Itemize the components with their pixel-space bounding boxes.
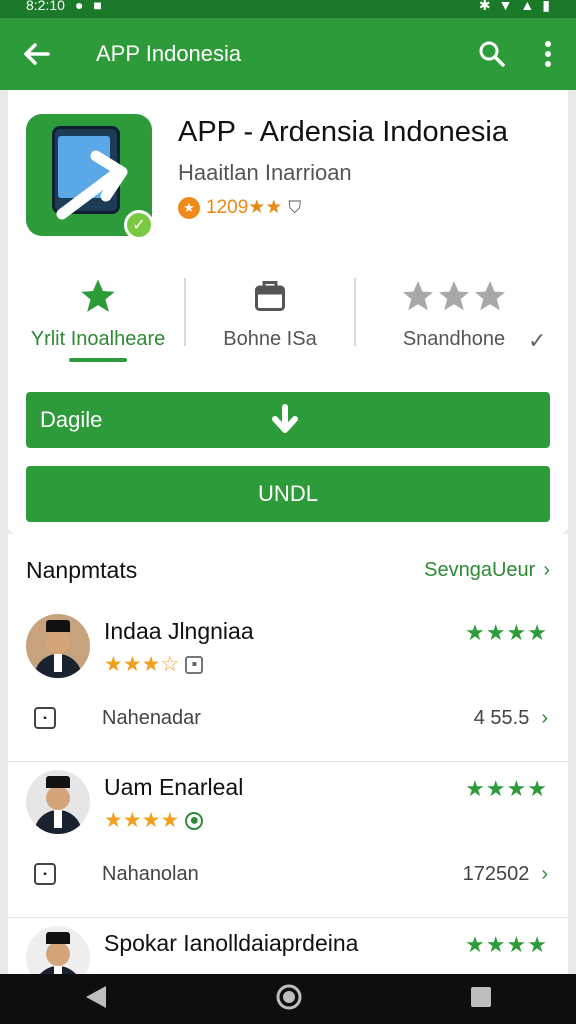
tab-divider	[354, 278, 356, 346]
more-vert-icon	[545, 41, 551, 67]
note-icon: ▪	[34, 863, 56, 885]
rating-badge-icon: ★	[178, 196, 200, 219]
see-all-label: SevngaUeur	[424, 558, 536, 581]
tab-label: Snandhone	[402, 328, 506, 350]
search-button[interactable]	[464, 18, 520, 90]
arrow-graphic	[56, 150, 128, 220]
review-detail-row[interactable]: ▪ Nahanolan 172502 ›	[34, 854, 548, 894]
tab-rating[interactable]: Snandhone	[364, 270, 544, 370]
install-button[interactable]: UNDL	[26, 466, 550, 522]
avatar	[26, 614, 90, 678]
reviews-title: Nanpmtats	[26, 556, 138, 583]
recents-square-icon	[471, 986, 492, 1007]
review-detail-label: Nahanolan	[102, 862, 199, 885]
download-button[interactable]: Dagile	[26, 392, 550, 448]
home-nav-button[interactable]	[275, 983, 303, 1016]
reviewer-name: Spokar Ianolldaiaprdeina	[104, 930, 359, 956]
three-stars-icon	[394, 270, 514, 322]
battery-icon: ▮	[542, 0, 550, 13]
star-rating: ★★★★	[104, 809, 180, 832]
badge-icon: ▪	[185, 655, 204, 674]
status-time: 8:2:10	[26, 0, 65, 13]
app-icon: ✓	[26, 114, 154, 240]
reviewer-name: Indaa Jlngniaa	[104, 618, 254, 644]
status-bar: 8:2:10 ● ■ ✱ ▼ ▲ ▮	[0, 0, 576, 18]
chevron-right-icon: ›	[541, 862, 548, 885]
star-rating: ★★★☆	[104, 653, 180, 676]
see-all-link[interactable]: SevngaUeur ›	[424, 559, 550, 582]
tab-divider	[184, 278, 186, 346]
back-triangle-icon	[85, 985, 106, 1008]
review-item[interactable]: Uam Enarleal ★★★★ ● ★★★★ ▪ Nahanolan 172…	[8, 762, 568, 918]
download-label: Dagile	[40, 407, 103, 432]
briefcase-icon	[252, 270, 288, 322]
download-arrow-icon	[272, 404, 298, 433]
app-bar: APP Indonesia	[0, 18, 576, 90]
review-item[interactable]: Indaa Jlngniaa ★★★☆ ▪ ★★★★ ▪ Nahenadar 4…	[8, 606, 568, 762]
chevron-right-icon: ›	[541, 706, 548, 729]
review-detail-row[interactable]: ▪ Nahenadar 4 55.5 ›	[34, 698, 548, 738]
back-arrow-icon	[24, 43, 50, 65]
tab-bar: Yrlit Inoalheare Bohne ISa Snandhone ✓	[16, 270, 556, 370]
app-bar-title: APP Indonesia	[96, 41, 242, 66]
app-rating-text: 1209★★	[206, 197, 283, 218]
app-meta: ★ 1209★★ ⛉	[178, 196, 301, 219]
review-rating: ★★★★	[465, 776, 548, 801]
reviews-section: Nanpmtats SevngaUeur › Indaa Jlngniaa ★★…	[8, 534, 568, 990]
home-circle-icon	[276, 984, 302, 1009]
avatar	[26, 770, 90, 834]
notification-icon: ●	[74, 0, 84, 13]
verified-check-icon: ✓	[124, 210, 154, 240]
reviews-header: Nanpmtats SevngaUeur ›	[8, 534, 568, 606]
review-detail-label: Nahenadar	[102, 706, 201, 729]
star-icon	[78, 270, 118, 322]
tab-top[interactable]: Yrlit Inoalheare	[16, 270, 180, 370]
app-name: APP - Ardensia Indonesia	[178, 116, 508, 148]
recents-nav-button[interactable]	[470, 986, 492, 1013]
bluetooth-icon: ✱	[478, 0, 491, 13]
verified-icon: ●	[185, 811, 204, 830]
tab-label: Bohne ISa	[223, 328, 317, 350]
back-nav-button[interactable]	[84, 984, 108, 1015]
more-options-button[interactable]	[520, 18, 576, 90]
app-details-card: ✓ APP - Ardensia Indonesia Haaitlan Inar…	[8, 90, 568, 534]
active-tab-indicator	[69, 358, 127, 362]
back-button[interactable]	[0, 18, 72, 90]
install-label: UNDL	[258, 481, 318, 506]
reviewer-name: Uam Enarleal	[104, 774, 244, 800]
reviewer-stars: ★★★☆ ▪	[104, 652, 204, 677]
signal-icon: ▲	[520, 0, 535, 13]
check-icon[interactable]: ✓	[528, 328, 546, 354]
review-rating: ★★★★	[465, 620, 548, 645]
search-icon	[479, 41, 505, 67]
wifi-icon: ▼	[498, 0, 513, 13]
note-icon: ▪	[34, 707, 56, 729]
chevron-right-icon: ›	[543, 558, 550, 581]
reviewer-stars: ★★★★ ●	[104, 808, 204, 833]
tab-category[interactable]: Bohne ISa	[188, 270, 352, 370]
message-icon: ■	[93, 0, 102, 13]
review-detail-value: 172502	[462, 862, 530, 885]
system-nav-bar	[0, 974, 576, 1024]
tab-label: Yrlit Inoalheare	[30, 328, 166, 350]
lock-icon: ⛉	[288, 197, 302, 217]
review-rating: ★★★★	[465, 932, 548, 957]
review-detail-value: 4 55.5	[473, 706, 530, 729]
app-developer[interactable]: Haaitlan Inarrioan	[178, 160, 352, 186]
